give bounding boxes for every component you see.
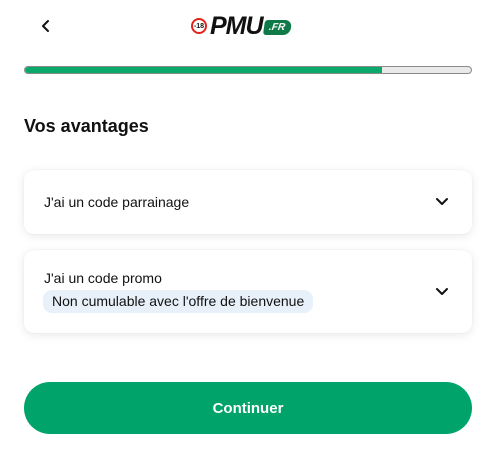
- accordion-label: J'ai un code parrainage: [44, 194, 190, 210]
- promo-note-badge: Non cumulable avec l'offre de bienvenue: [43, 290, 314, 313]
- progress-bar: [24, 66, 472, 74]
- progress-fill: [25, 67, 382, 73]
- page: -18 PMU .FR Vos avantages J'ai un code p…: [0, 0, 500, 451]
- section-title: Vos avantages: [24, 116, 149, 136]
- chevron-left-icon: [42, 20, 49, 32]
- age-restriction-badge: -18: [191, 18, 207, 34]
- back-button[interactable]: [34, 14, 58, 38]
- referral-code-accordion[interactable]: J'ai un code parrainage: [24, 170, 472, 234]
- brand-domain: .FR: [262, 20, 292, 35]
- continue-button[interactable]: Continuer: [24, 382, 472, 434]
- accordion-label: J'ai un code promo: [44, 270, 162, 286]
- chevron-down-icon: [434, 283, 450, 299]
- chevron-down-icon: [434, 193, 450, 209]
- promo-code-accordion[interactable]: J'ai un code promo Non cumulable avec l'…: [24, 250, 472, 333]
- pmu-logo: -18 PMU .FR: [191, 12, 292, 40]
- brand-name: PMU: [210, 12, 264, 40]
